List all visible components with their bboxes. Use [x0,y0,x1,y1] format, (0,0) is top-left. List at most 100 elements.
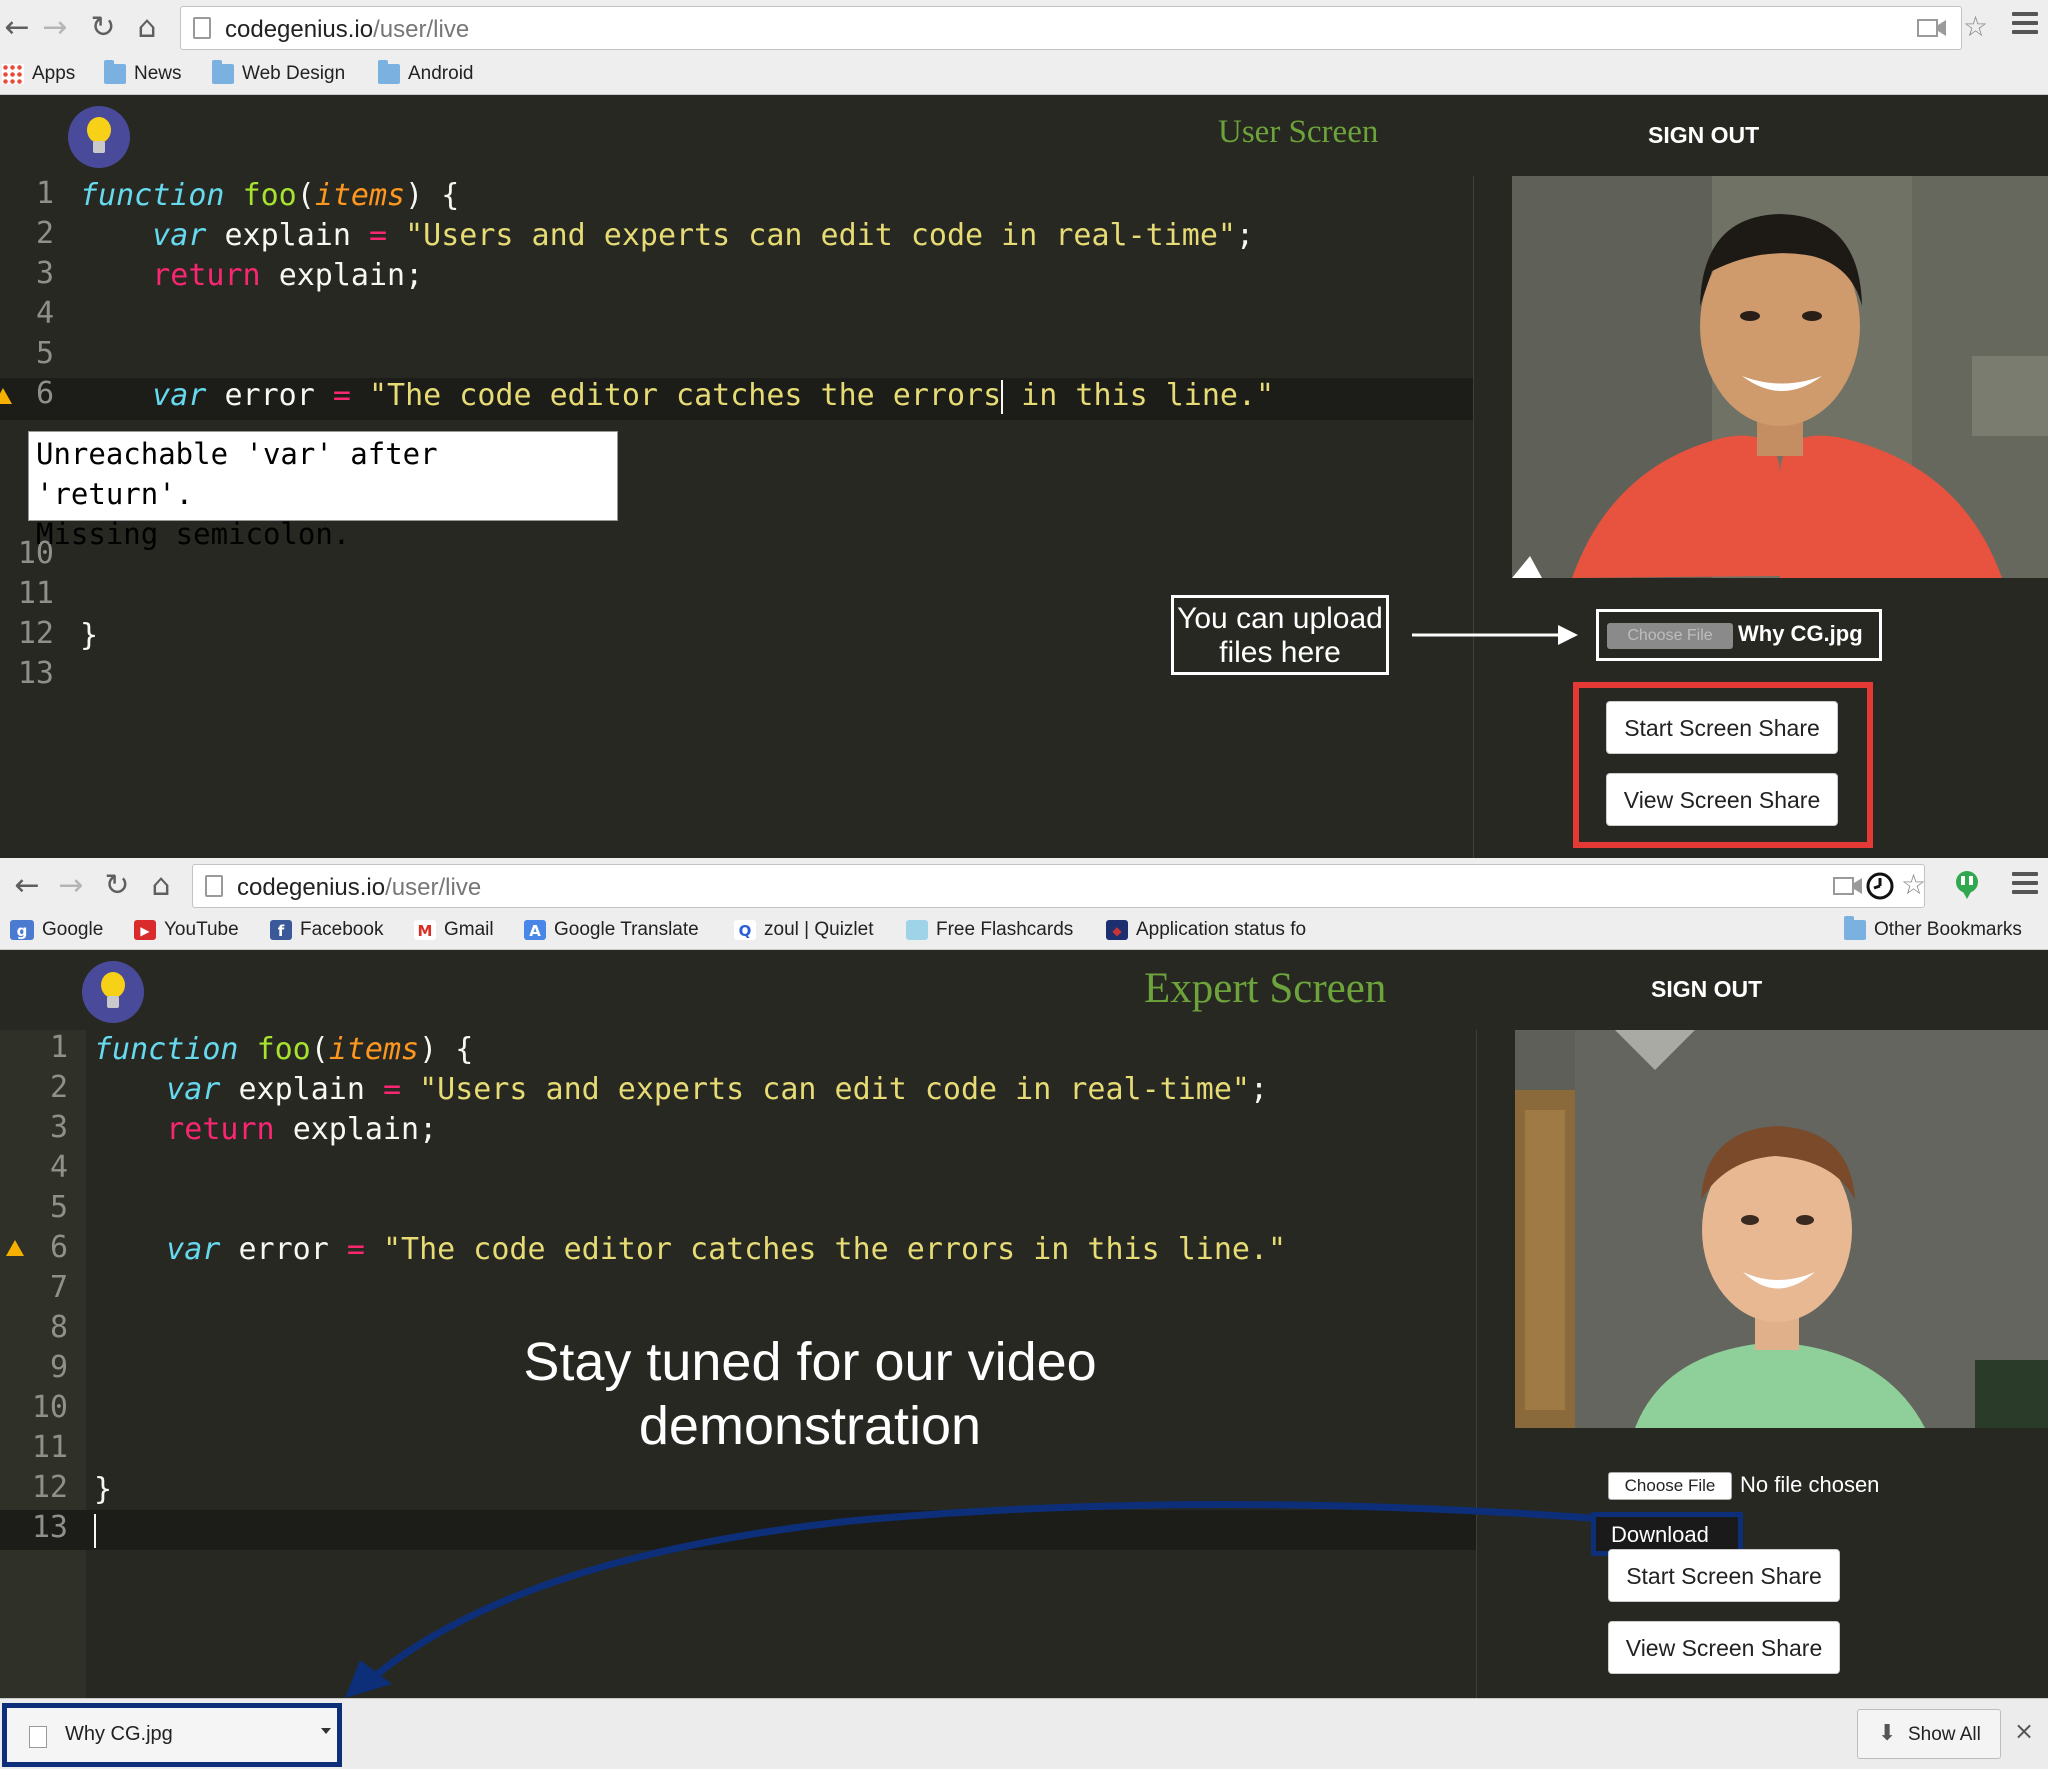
arrow-right-icon [1412,625,1578,645]
download-arrow-icon: ⬇ [1878,1721,1897,1746]
reload-icon[interactable]: ↻ [86,8,120,48]
apps-icon [2,64,24,84]
bookmark-news[interactable]: News [104,60,182,88]
page-icon [205,875,223,897]
user-video-feed [1512,176,2048,578]
folder-icon [104,60,126,84]
page-title: User Screen [1218,114,1379,150]
line-number: 1 [35,176,54,211]
bookmark-quizlet[interactable]: Qzoul | Quizlet [734,916,873,944]
address-url: codegenius.io/user/live [225,16,470,43]
downloads-bar: Why CG.jpg ⬇ Show All × [0,1698,2048,1769]
expert-video-feed [1515,1030,2048,1428]
close-icon[interactable]: × [2014,1717,2034,1745]
page-icon [193,17,211,39]
tooltip-line: Unreachable 'var' after 'return'. [36,437,438,511]
code-line: var error = "The code editor catches the… [152,378,1275,414]
bottom-browser-chrome: ← → ↻ ⌂ codegenius.io/user/live ☆ g Googl… [0,858,2048,950]
expert-code-editor[interactable]: 1 2 3 4 5 6 7 8 9 10 11 12 13 function f… [0,1030,1477,1698]
gmail-icon: M [414,920,436,940]
code-line [94,1510,96,1550]
download-item-chevron-down-icon[interactable] [321,1728,331,1734]
bookmark-android[interactable]: Android [378,60,474,88]
bottom-bookmarks-bar: g Google ▶ YouTube f Facebook M Gmail A Googl… [0,912,2048,948]
bottom-toolbar: ← → ↻ ⌂ codegenius.io/user/live ☆ [0,858,2048,916]
no-file-chosen-text: No file chosen [1740,1472,1880,1497]
line-number: 2 [49,1070,68,1105]
chrome-menu-icon[interactable] [2012,872,2038,894]
line-number: 9 [49,1350,68,1385]
file-upload-box: Choose File Why CG.jpg [1596,609,1882,661]
user-code-editor[interactable]: 1 2 3 4 5 6 10 11 12 13 function foo(ite… [0,176,1474,858]
line-number: 3 [49,1110,68,1145]
choose-file-button[interactable]: Choose File [1608,1472,1732,1500]
line-number: 7 [49,1270,68,1305]
forward-icon[interactable]: → [38,8,72,48]
start-screen-share-button[interactable]: Start Screen Share [1608,1549,1840,1602]
top-toolbar: ← → ↻ ⌂ codegenius.io/user/live ☆ [0,0,2048,58]
bookmark-other-bookmarks[interactable]: Other Bookmarks [1844,916,2022,944]
tooltip-line: Missing semicolon. [36,517,351,551]
home-icon[interactable]: ⌂ [130,8,164,48]
line-number: 2 [35,216,54,251]
line-number: 11 [17,576,54,611]
bookmark-google-translate[interactable]: A Google Translate [524,916,699,944]
address-url: codegenius.io/user/live [237,874,482,901]
back-icon[interactable]: ← [0,8,34,48]
youtube-icon: ▶ [134,920,156,940]
home-icon[interactable]: ⌂ [144,866,178,906]
extension-icon[interactable] [1954,870,1980,906]
file-icon [29,1726,47,1748]
lightbulb-logo-icon[interactable] [68,106,130,168]
bookmark-facebook[interactable]: f Facebook [270,916,383,944]
line-number: 13 [31,1510,68,1545]
sign-out-link[interactable]: SIGN OUT [1651,976,1762,1003]
code-line: return explain; [166,1112,438,1147]
panel-divider [1473,176,1474,858]
choose-file-button[interactable]: Choose File [1607,623,1733,649]
folder-icon [212,60,234,84]
forward-icon[interactable]: → [54,866,88,906]
line-number: 3 [35,256,54,291]
code-line: } [80,618,99,653]
downloaded-file-name: Why CG.jpg [65,1723,173,1745]
bookmark-web-design[interactable]: Web Design [212,60,345,88]
line-number: 6 [35,376,54,411]
active-line-highlight [0,1510,1477,1550]
video-demo-annotation: Stay tuned for our video demonstration [523,1332,1097,1456]
line-number: 4 [35,296,54,331]
line-number: 13 [17,656,54,691]
sign-out-link[interactable]: SIGN OUT [1648,122,1759,149]
clock-icon[interactable] [1865,871,1895,907]
camera-blocked-icon[interactable] [1917,15,1947,45]
line-number: 1 [49,1030,68,1065]
code-line: var explain = "Users and experts can edi… [166,1072,1269,1107]
address-bar[interactable]: codegenius.io/user/live ☆ [192,864,1926,908]
bookmark-star-icon[interactable]: ☆ [1901,870,1926,900]
view-screen-share-button[interactable]: View Screen Share [1606,773,1838,826]
bookmark-youtube[interactable]: ▶ YouTube [134,916,239,944]
bookmark-google[interactable]: g Google [10,916,103,944]
bookmark-gmail[interactable]: M Gmail [414,916,494,944]
address-bar[interactable]: codegenius.io/user/live ☆ [180,6,1988,50]
folder-icon [378,60,400,84]
page-title: Expert Screen [1144,965,1387,1012]
download-item[interactable]: Why CG.jpg [2,1703,342,1767]
reload-icon[interactable]: ↻ [100,866,134,906]
show-all-button[interactable]: ⬇ Show All [1857,1709,2001,1759]
facebook-icon: f [270,920,292,940]
user-app-header: User Screen SIGN OUT [0,96,2048,176]
bookmark-free-flashcards[interactable]: Free Flashcards [906,916,1073,944]
view-screen-share-button[interactable]: View Screen Share [1608,1621,1840,1674]
bookmark-star-icon[interactable]: ☆ [1963,12,1988,42]
back-icon[interactable]: ← [10,866,44,906]
camera-blocked-icon[interactable] [1833,873,1863,903]
line-number: 5 [35,336,54,371]
start-screen-share-button[interactable]: Start Screen Share [1606,701,1838,754]
chrome-menu-icon[interactable] [2012,12,2038,34]
bookmark-apps[interactable]: Apps [2,60,75,88]
line-number: 8 [49,1310,68,1345]
bookmark-application-status[interactable]: ◆ Application status fo [1106,916,1306,944]
flashcards-icon [906,920,928,940]
lightbulb-logo-icon[interactable] [82,961,144,1023]
